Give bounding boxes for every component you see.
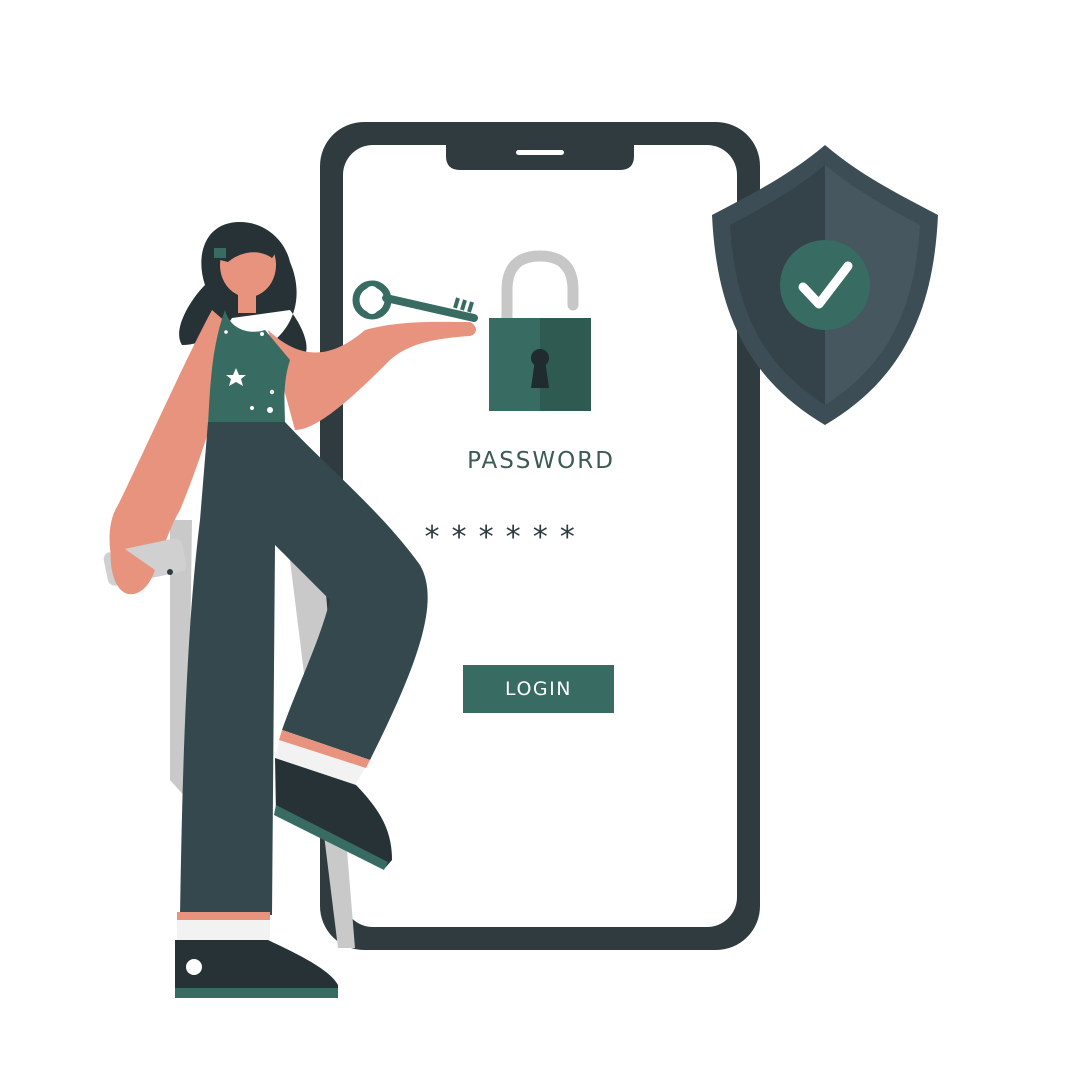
login-screen: PASSWORD ****** LOGIN	[345, 180, 737, 900]
login-button[interactable]: LOGIN	[463, 665, 614, 713]
password-label: PASSWORD	[467, 448, 615, 474]
password-field[interactable]: ******	[423, 520, 585, 555]
